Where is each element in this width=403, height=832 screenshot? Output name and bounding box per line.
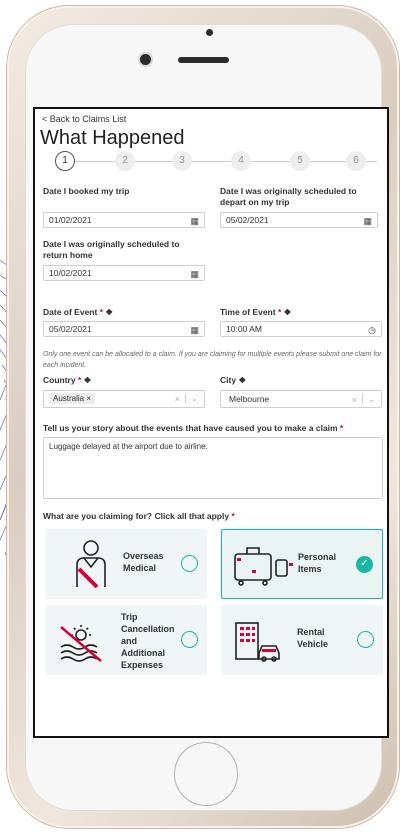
clear-icon[interactable]: × [175, 392, 180, 406]
remove-chip-icon[interactable]: × [86, 394, 91, 403]
country-select[interactable]: Australia × × ⌄ [43, 390, 205, 408]
booked-date-label: Date I booked my trip [43, 186, 130, 196]
city-value: Melbourne [229, 394, 270, 404]
option-checked[interactable]: ✓ [356, 556, 373, 573]
stepper-line [65, 161, 377, 162]
claim-option-rental-vehicle[interactable]: Rental Vehicle [221, 605, 383, 675]
depart-date-input[interactable]: 05/02/2021 ▦ [220, 212, 378, 228]
proximity-sensor [206, 29, 213, 36]
select-separator [362, 394, 363, 403]
step-5[interactable]: 5 [290, 151, 310, 171]
event-date-value: 05/02/2021 [49, 324, 92, 334]
beach-cancel-icon [60, 625, 102, 662]
required-marker: * [339, 423, 344, 433]
depart-date-label: Date I was originally scheduled to depar… [220, 186, 357, 207]
info-icon[interactable]: ❖ [105, 307, 113, 317]
claim-option-overseas-medical[interactable]: Overseas Medical [45, 529, 207, 599]
city-label: City ❖ [220, 375, 247, 385]
return-date-input[interactable]: 10/02/2021 ▦ [43, 265, 205, 281]
check-icon: ✓ [360, 558, 369, 569]
info-icon[interactable]: ❖ [284, 307, 292, 317]
single-event-note: Only one event can be allocated to a cla… [43, 351, 382, 369]
step-3[interactable]: 3 [172, 151, 192, 171]
depart-date-value: 05/02/2021 [226, 215, 269, 225]
claim-option-trip-cancellation[interactable]: Trip Cancellation and Additional Expense… [45, 605, 207, 675]
option-radio[interactable] [357, 631, 374, 648]
app-screen: < Back to Claims List What Happened 1 2 … [33, 107, 389, 738]
card-label: Trip Cancellation and Additional Expense… [121, 612, 175, 670]
front-camera [140, 54, 151, 65]
luggage-icon [234, 547, 293, 586]
page-title: What Happened [40, 127, 185, 149]
info-icon[interactable]: ❖ [238, 375, 246, 385]
back-to-claims-link[interactable]: < Back to Claims List [42, 114, 126, 124]
card-label: Overseas Medical [123, 551, 164, 573]
chevron-down-icon[interactable]: ⌄ [368, 392, 375, 408]
calendar-icon[interactable]: ▦ [190, 323, 199, 337]
city-select[interactable]: Melbourne × ⌄ [220, 390, 382, 408]
clear-icon[interactable]: × [352, 392, 357, 408]
required-marker: * [231, 511, 235, 521]
return-date-value: 10/02/2021 [49, 268, 92, 278]
step-2[interactable]: 2 [115, 151, 135, 171]
clock-icon[interactable]: ◷ [368, 323, 376, 337]
calendar-icon[interactable]: ▦ [363, 214, 372, 228]
event-date-label: Date of Event * ❖ [43, 307, 114, 317]
step-6[interactable]: 6 [346, 151, 366, 171]
option-radio[interactable] [181, 631, 198, 648]
building-car-icon [235, 622, 280, 662]
claiming-label: What are you claiming for? Click all tha… [43, 511, 235, 521]
info-icon[interactable]: ❖ [84, 375, 92, 385]
person-injured-icon [76, 540, 106, 589]
event-time-value: 10:00 AM [226, 324, 262, 334]
chevron-down-icon[interactable]: ⌄ [191, 392, 198, 406]
home-button[interactable] [174, 742, 238, 806]
earpiece-speaker [178, 57, 229, 63]
country-chip: Australia × [49, 393, 96, 404]
claim-option-personal-items[interactable]: Personal Items ✓ [221, 529, 383, 599]
booked-date-input[interactable]: 01/02/2021 ▦ [43, 212, 205, 228]
event-time-input[interactable]: 10:00 AM ◷ [220, 321, 382, 337]
required-marker: * [277, 307, 282, 317]
calendar-icon[interactable]: ▦ [190, 267, 199, 281]
event-time-label: Time of Event * ❖ [220, 307, 292, 317]
country-label: Country * ❖ [43, 375, 92, 385]
story-textarea[interactable]: Luggage delayed at the airport due to ai… [43, 437, 383, 499]
step-1[interactable]: 1 [55, 151, 75, 171]
booked-date-value: 01/02/2021 [49, 215, 92, 225]
step-4[interactable]: 4 [231, 151, 251, 171]
return-date-label: Date I was originally scheduled to retur… [43, 239, 180, 260]
option-radio[interactable] [181, 555, 198, 572]
calendar-icon[interactable]: ▦ [190, 214, 199, 228]
card-label: Personal Items [298, 552, 337, 574]
event-date-input[interactable]: 05/02/2021 ▦ [43, 321, 205, 337]
required-marker: * [77, 375, 82, 385]
select-separator [185, 394, 186, 403]
required-marker: * [99, 307, 104, 317]
story-label: Tell us your story about the events that… [43, 423, 344, 433]
card-label: Rental Vehicle [297, 627, 329, 649]
